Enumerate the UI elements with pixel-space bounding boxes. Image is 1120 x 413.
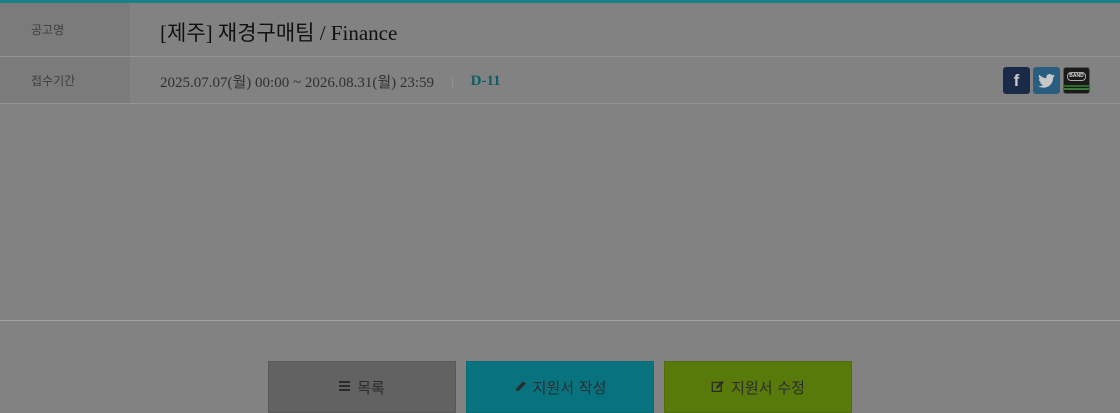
notice-title: [제주] 재경구매팀 / Finance — [160, 21, 398, 45]
pencil-icon — [515, 381, 526, 391]
write-application-button[interactable]: 지원서 작성 — [466, 361, 654, 413]
period-text: 2025.07.07(월) 00:00 ~ 2026.08.31(월) 23:5… — [160, 75, 435, 91]
band-stripe-green-2 — [1064, 88, 1089, 90]
twitter-share-button[interactable] — [1033, 67, 1060, 94]
list-button-label: 목록 — [357, 379, 385, 397]
edit-button-label: 지원서 수정 — [731, 379, 805, 397]
band-icon: BAND — [1067, 72, 1086, 81]
band-stripe-green — [1064, 85, 1089, 87]
content-divider — [0, 320, 1120, 321]
share-buttons: f BAND — [1003, 67, 1090, 94]
facebook-share-button[interactable]: f — [1003, 67, 1030, 94]
band-icon-text: BAND — [1069, 73, 1084, 79]
separator: | — [451, 73, 454, 89]
list-button[interactable]: 목록 — [268, 361, 456, 413]
application-period: 2025.07.07(월) 00:00 ~ 2026.08.31(월) 23:5… — [160, 71, 501, 92]
edit-application-button[interactable]: 지원서 수정 — [664, 361, 852, 413]
dday-badge: D-11 — [470, 73, 501, 89]
twitter-icon — [1038, 73, 1055, 88]
facebook-icon: f — [1013, 70, 1020, 90]
title-label: 공고명 — [0, 3, 130, 56]
write-button-label: 지원서 작성 — [532, 379, 607, 397]
list-icon — [339, 381, 351, 391]
period-label: 접수기간 — [0, 57, 130, 103]
title-row: 공고명 [제주] 재경구매팀 / Finance — [0, 3, 1120, 57]
band-share-button[interactable]: BAND — [1063, 67, 1090, 94]
edit-icon — [711, 380, 724, 393]
period-row: 접수기간 2025.07.07(월) 00:00 ~ 2026.08.31(월)… — [0, 57, 1120, 104]
action-buttons: 목록 지원서 작성 지원서 수정 — [268, 361, 852, 413]
